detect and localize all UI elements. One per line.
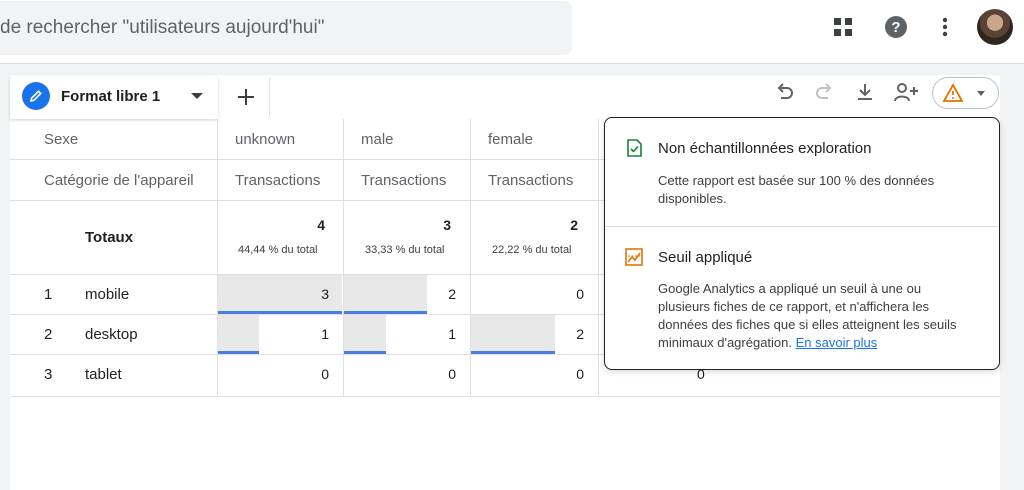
- metric-cell: 0: [576, 366, 584, 382]
- plus-icon: [237, 89, 254, 105]
- unsampled-title: Non échantillonnées exploration: [658, 140, 872, 157]
- search-input[interactable]: de rechercher "utilisateurs aujourd'hui": [0, 17, 324, 39]
- threshold-chart-icon: [625, 248, 643, 266]
- chevron-down-icon[interactable]: [191, 93, 203, 99]
- heatmap-bar: [218, 315, 259, 353]
- metric-cell: 0: [576, 286, 584, 302]
- row-label[interactable]: tablet: [85, 366, 122, 383]
- metric-header[interactable]: Transactions: [488, 172, 573, 189]
- apps-grid-icon[interactable]: [830, 14, 856, 40]
- total-percent: 33,33 % du total: [365, 244, 445, 256]
- add-tab-button[interactable]: [222, 78, 270, 116]
- metric-cell: 0: [448, 366, 456, 382]
- undo-icon[interactable]: [773, 80, 797, 104]
- totals-label: Totaux: [85, 229, 134, 246]
- row-dimension-header[interactable]: Sexe: [44, 131, 78, 148]
- column-header[interactable]: female: [488, 131, 533, 148]
- total-percent: 44,44 % du total: [238, 244, 318, 256]
- metric-cell: 1: [321, 326, 329, 342]
- heatmap-bar-underline: [218, 351, 259, 354]
- total-value: 2: [570, 217, 578, 233]
- metric-dimension-header[interactable]: Catégorie de l'appareil: [44, 172, 194, 189]
- heatmap-bar-underline: [471, 351, 555, 354]
- top-bar: de rechercher "utilisateurs aujourd'hui"…: [0, 0, 1024, 64]
- column-header[interactable]: male: [361, 131, 394, 148]
- pencil-icon: [22, 82, 50, 110]
- heatmap-bar-underline: [218, 311, 342, 314]
- row-label[interactable]: mobile: [85, 286, 129, 303]
- heatmap-bar: [344, 315, 386, 353]
- threshold-text: Google Analytics a appliqué un seuil à u…: [658, 281, 957, 350]
- share-user-icon[interactable]: [893, 80, 921, 104]
- total-value: 3: [443, 217, 451, 233]
- total-value: 4: [317, 217, 325, 233]
- help-icon[interactable]: ?: [883, 14, 909, 40]
- search-bar[interactable]: de rechercher "utilisateurs aujourd'hui": [0, 1, 572, 55]
- metric-cell: 2: [576, 326, 584, 342]
- metric-header[interactable]: Transactions: [361, 172, 446, 189]
- column-header[interactable]: unknown: [235, 131, 295, 148]
- metric-cell: 3: [321, 286, 329, 302]
- avatar[interactable]: [977, 9, 1013, 45]
- redo-icon[interactable]: [812, 80, 836, 104]
- tab-format-libre[interactable]: Format libre 1: [10, 75, 218, 119]
- chevron-down-icon[interactable]: [977, 91, 985, 96]
- learn-more-link[interactable]: En savoir plus: [796, 335, 878, 350]
- row-label[interactable]: desktop: [85, 326, 138, 343]
- row-index: 1: [44, 286, 53, 303]
- warning-icon: [942, 83, 964, 102]
- threshold-title: Seuil appliqué: [658, 249, 753, 266]
- more-vert-icon[interactable]: [932, 14, 958, 40]
- row-index: 3: [44, 366, 53, 383]
- metric-cell: 0: [321, 366, 329, 382]
- svg-text:?: ?: [891, 19, 900, 36]
- row-index: 2: [44, 326, 53, 343]
- metric-cell: 2: [448, 286, 456, 302]
- metric-header[interactable]: Transactions: [235, 172, 320, 189]
- sampling-threshold-popup: Non échantillonnées exploration Cette ra…: [604, 117, 1000, 370]
- heatmap-bar-underline: [344, 311, 427, 314]
- verified-doc-icon: [627, 139, 642, 157]
- tab-label: Format libre 1: [61, 88, 161, 105]
- heatmap-bar-underline: [344, 351, 386, 354]
- unsampled-text: Cette rapport est basée sur 100 % des do…: [658, 173, 935, 206]
- total-percent: 22,22 % du total: [492, 244, 572, 256]
- metric-cell: 1: [448, 326, 456, 342]
- threshold-warning-button[interactable]: [932, 77, 999, 109]
- download-icon[interactable]: [853, 80, 877, 104]
